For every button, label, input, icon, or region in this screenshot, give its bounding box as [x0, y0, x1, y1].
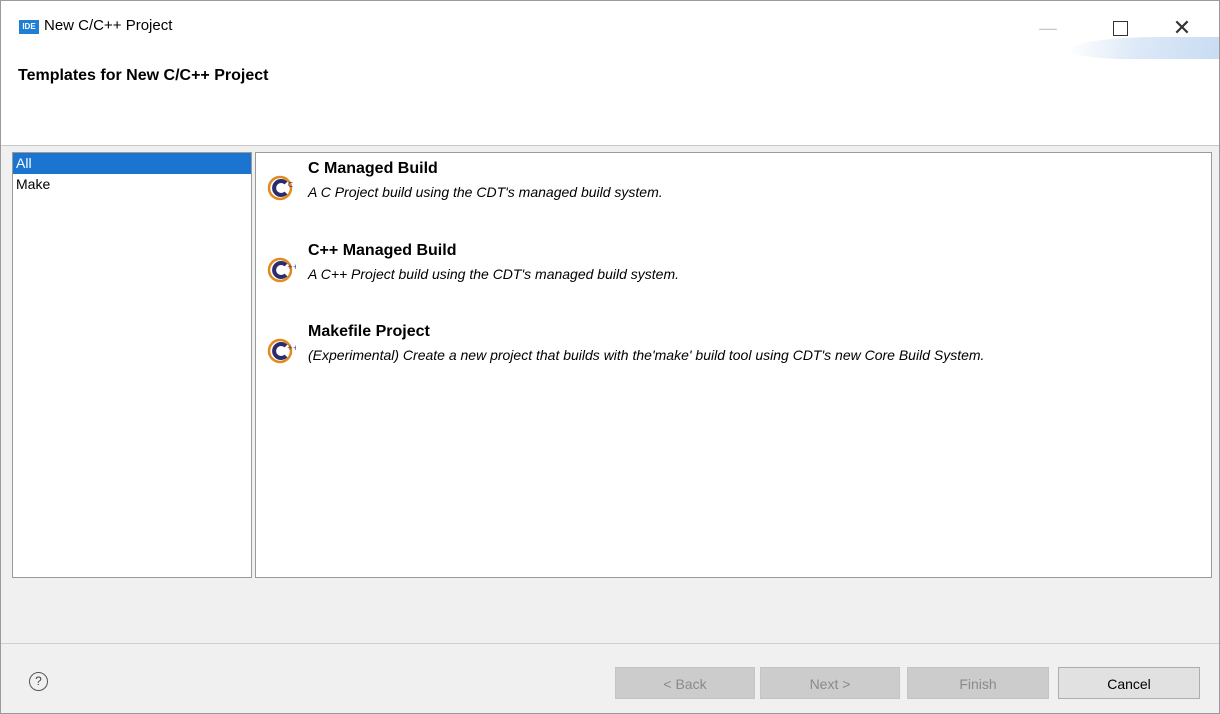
- category-item-make[interactable]: Make: [13, 174, 251, 195]
- dialog-window: IDE New C/C++ Project — ✕ Templates for …: [0, 0, 1220, 714]
- template-item-cpp-managed-build[interactable]: ++ C++ Managed Build A C++ Project build…: [256, 235, 1196, 295]
- template-item-c-managed-build[interactable]: C C Managed Build A C Project build usin…: [256, 153, 1196, 213]
- footer-divider: [1, 643, 1219, 644]
- template-description: A C Project build using the CDT's manage…: [308, 184, 663, 200]
- cdt-cpp-icon: ++: [267, 257, 296, 283]
- minimize-button[interactable]: —: [1025, 9, 1071, 47]
- template-description: (Experimental) Create a new project that…: [308, 347, 985, 363]
- category-list[interactable]: All Make: [12, 152, 252, 578]
- window-title: New C/C++ Project: [44, 17, 173, 34]
- next-button[interactable]: Next >: [760, 667, 900, 699]
- template-name: C++ Managed Build: [308, 242, 457, 259]
- cdt-c-icon: C: [267, 175, 293, 201]
- maximize-icon: [1112, 20, 1128, 36]
- minimize-icon: —: [1039, 17, 1057, 38]
- template-item-makefile-project[interactable]: ++ Makefile Project (Experimental) Creat…: [256, 316, 1196, 376]
- template-name: C Managed Build: [308, 160, 438, 177]
- finish-button[interactable]: Finish: [907, 667, 1049, 699]
- ide-app-icon: IDE: [19, 20, 39, 34]
- back-button[interactable]: < Back: [615, 667, 755, 699]
- help-icon[interactable]: ?: [29, 672, 48, 691]
- svg-text:++: ++: [287, 344, 296, 352]
- svg-text:C: C: [288, 181, 293, 189]
- cdt-make-icon: ++: [267, 338, 296, 364]
- cancel-button[interactable]: Cancel: [1058, 667, 1200, 699]
- page-title: Templates for New C/C++ Project: [18, 67, 269, 84]
- template-name: Makefile Project: [308, 323, 430, 340]
- template-description: A C++ Project build using the CDT's mana…: [308, 266, 679, 282]
- svg-text:++: ++: [287, 263, 296, 271]
- title-bar[interactable]: IDE New C/C++ Project — ✕: [1, 1, 1219, 55]
- category-item-all[interactable]: All: [13, 153, 251, 174]
- template-list[interactable]: C C Managed Build A C Project build usin…: [255, 152, 1212, 578]
- wizard-header: Templates for New C/C++ Project: [1, 37, 1219, 146]
